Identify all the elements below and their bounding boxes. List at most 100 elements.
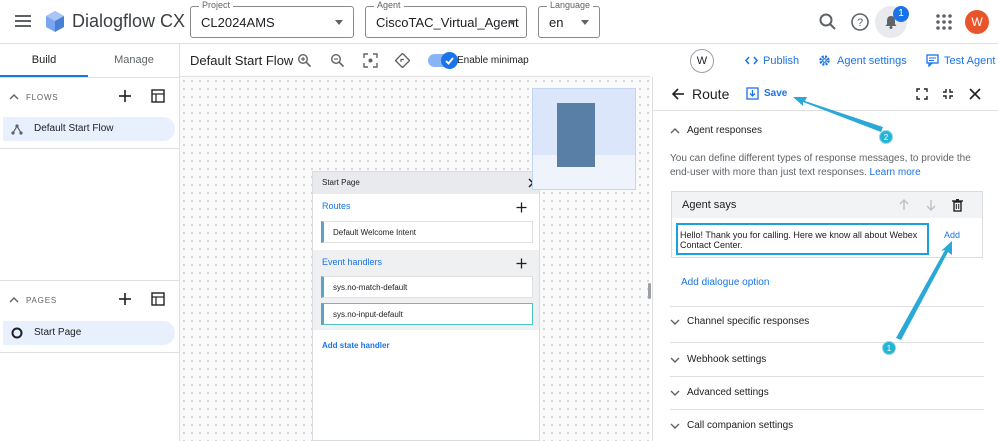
close-icon[interactable]: [969, 88, 981, 100]
event-handler-row[interactable]: sys.no-match-default: [321, 276, 533, 298]
sidebar-item-label: Start Page: [34, 327, 82, 338]
svg-text:?: ?: [857, 17, 863, 29]
learn-more-link[interactable]: Learn more: [870, 167, 921, 178]
chevron-up-icon: [670, 128, 680, 134]
start-page-card[interactable]: Start Page Routes Default Welcome Intent…: [312, 171, 540, 441]
channel-specific-responses-header[interactable]: Channel specific responses: [670, 311, 990, 333]
toggle-knob: [441, 52, 458, 69]
tab-manage[interactable]: Manage: [88, 44, 180, 77]
flows-section-header: FLOWS: [0, 82, 180, 112]
add-event-handler-icon[interactable]: [516, 258, 527, 269]
sidebar: Build Manage FLOWS Default Start Flow PA…: [0, 44, 180, 441]
arrow-up-icon[interactable]: [898, 199, 910, 211]
language-select[interactable]: Language en: [538, 0, 600, 38]
code-icon: [745, 56, 758, 65]
pages-section-header: PAGES: [0, 285, 180, 315]
dialogflow-logo-icon: [46, 11, 64, 32]
minimap[interactable]: [532, 88, 636, 190]
collapse-icon[interactable]: [942, 88, 954, 100]
project-value: CL2024AMS: [201, 15, 275, 30]
trash-icon[interactable]: [951, 198, 964, 212]
flow-toolbar: Default Start Flow Enable minimap: [180, 44, 650, 77]
agent-value: CiscoTAC_Virtual_Agent: [376, 15, 519, 30]
add-message-button[interactable]: Add: [944, 230, 960, 240]
top-bar: Dialogflow CX Project CL2024AMS Agent Ci…: [0, 0, 998, 44]
section-title: Channel specific responses: [687, 316, 810, 327]
event-handler-label: sys.no-match-default: [333, 283, 408, 292]
sidebar-item-default-start-flow[interactable]: Default Start Flow: [3, 117, 175, 141]
webhook-settings-header[interactable]: Webhook settings: [670, 349, 990, 371]
chevron-up-icon[interactable]: [9, 295, 19, 305]
advanced-settings-header[interactable]: Advanced settings: [670, 382, 990, 404]
flow-title: Default Start Flow: [190, 53, 294, 68]
agent-responses-description: You can define different types of respon…: [670, 152, 990, 180]
directions-icon[interactable]: [395, 53, 410, 68]
pages-title: PAGES: [26, 296, 57, 305]
apps-grid-icon[interactable]: [934, 12, 954, 32]
divider: [670, 306, 984, 307]
search-icon[interactable]: [818, 12, 838, 32]
zoom-in-icon[interactable]: [297, 53, 312, 68]
agent-says-header: Agent says: [672, 192, 982, 218]
chevron-down-icon: [670, 423, 680, 429]
expand-icon[interactable]: [916, 88, 928, 100]
help-icon[interactable]: ?: [850, 12, 870, 32]
call-companion-settings-header[interactable]: Call companion settings: [670, 415, 990, 437]
section-title: Agent responses: [687, 125, 763, 136]
agent-responses-header[interactable]: Agent responses: [670, 120, 990, 142]
menu-icon[interactable]: [14, 12, 32, 30]
route-label: Default Welcome Intent: [333, 228, 417, 237]
project-select[interactable]: Project CL2024AMS: [190, 0, 354, 38]
divider: [0, 352, 180, 353]
event-handler-row[interactable]: sys.no-input-default: [321, 303, 533, 325]
panel-title: Route: [692, 86, 730, 102]
event-handlers-label: Event handlers: [322, 257, 383, 267]
add-state-handler-link[interactable]: Add state handler: [322, 341, 390, 350]
tab-build[interactable]: Build: [0, 44, 88, 77]
minimap-label: Enable minimap: [457, 55, 529, 66]
add-route-icon[interactable]: [516, 202, 527, 213]
arrow-down-icon[interactable]: [925, 199, 937, 211]
add-dialogue-option-link[interactable]: Add dialogue option: [681, 277, 769, 288]
user-avatar[interactable]: W: [965, 10, 989, 34]
canvas-splitter-handle[interactable]: [648, 283, 651, 299]
divider: [670, 409, 984, 410]
table-view-icon[interactable]: [151, 89, 165, 103]
agent-toolbar: W Publish Agent settings Test Agent: [650, 44, 998, 77]
app-title: Dialogflow CX: [72, 11, 186, 31]
section-title: Call companion settings: [687, 420, 794, 431]
project-label: Project: [199, 0, 234, 10]
chevron-up-icon[interactable]: [9, 92, 19, 102]
description-text: You can define different types of respon…: [670, 153, 971, 178]
callout-badge-1: 1: [882, 341, 896, 355]
zoom-out-icon[interactable]: [330, 53, 345, 68]
fit-to-screen-icon[interactable]: [363, 53, 378, 68]
agent-says-title: Agent says: [682, 199, 737, 211]
table-view-icon[interactable]: [151, 292, 165, 306]
sidebar-item-start-page[interactable]: Start Page: [3, 321, 175, 345]
agent-message-input[interactable]: Hello! Thank you for calling. Here we kn…: [676, 223, 929, 255]
routes-label: Routes: [322, 201, 351, 211]
chevron-down-icon: [670, 390, 680, 396]
test-agent-button[interactable]: Test Agent: [944, 55, 995, 67]
page-card-title: Start Page: [322, 178, 360, 187]
sidebar-item-label: Default Start Flow: [34, 123, 114, 134]
chevron-down-icon: [508, 20, 516, 25]
collaborator-avatar[interactable]: W: [690, 49, 714, 73]
agent-settings-button[interactable]: Agent settings: [837, 55, 907, 67]
publish-button[interactable]: Publish: [763, 55, 799, 67]
agent-says-card: Agent says Hello! Thank you for calling.…: [671, 191, 983, 258]
add-page-icon[interactable]: [118, 292, 132, 306]
add-flow-icon[interactable]: [118, 89, 132, 103]
back-arrow-icon[interactable]: [671, 87, 685, 101]
route-panel: Route Save Agent responses You can defin…: [652, 77, 998, 441]
divider: [670, 342, 984, 343]
page-circle-icon: [11, 327, 23, 339]
page-card-header[interactable]: Start Page: [313, 172, 539, 194]
agent-select[interactable]: Agent CiscoTAC_Virtual_Agent: [365, 0, 527, 38]
agent-message-text: Hello! Thank you for calling. Here we kn…: [680, 230, 918, 250]
route-row[interactable]: Default Welcome Intent: [321, 221, 533, 243]
save-button[interactable]: Save: [764, 88, 787, 99]
callout-badge-2: 2: [879, 130, 893, 144]
minimap-toggle[interactable]: [428, 52, 458, 69]
